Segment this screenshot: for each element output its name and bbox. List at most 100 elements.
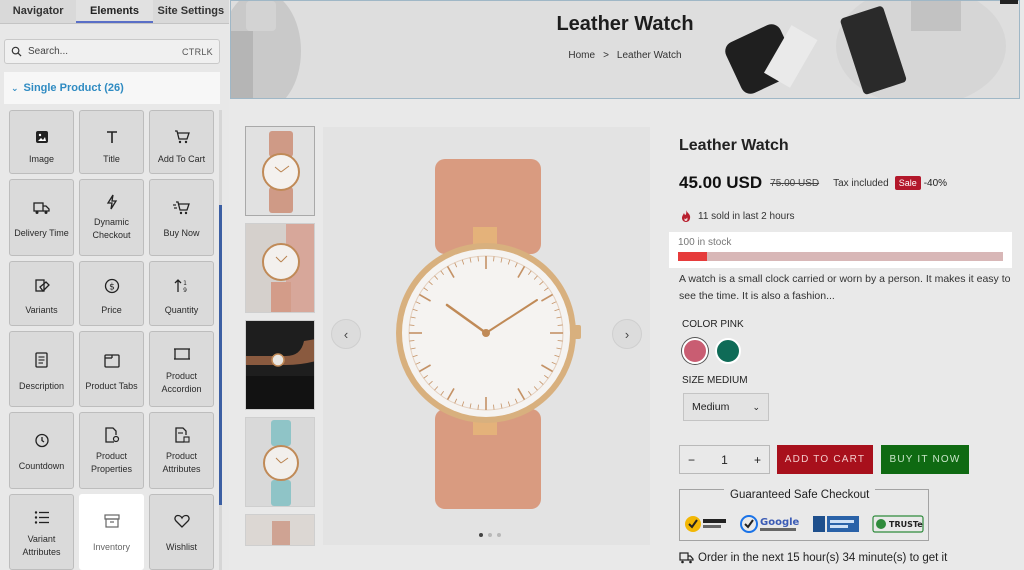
quantity-decrease-button[interactable]: −	[688, 453, 695, 467]
widget-label: Product Tabs	[85, 381, 138, 391]
widget-label: Product Accordion	[161, 371, 202, 394]
widget-label: Wishlist	[166, 542, 197, 552]
widget-product-tabs[interactable]: Product Tabs	[79, 331, 144, 407]
close-icon[interactable]	[1000, 0, 1018, 4]
thumbnail[interactable]	[245, 514, 315, 546]
sold-text: 11 sold in last 2 hours	[698, 210, 795, 222]
widget-label: Dynamic Checkout	[92, 217, 131, 240]
dial-tick	[409, 340, 415, 342]
watch-thumbnail	[246, 224, 314, 312]
widget-variant-attributes[interactable]: Variant Attributes	[9, 494, 74, 570]
size-select[interactable]: Medium ⌄	[683, 393, 769, 421]
sold-counter: 11 sold in last 2 hours	[680, 209, 795, 223]
clock-icon	[34, 433, 49, 448]
widget-countdown[interactable]: Countdown	[9, 412, 74, 489]
widget-variants[interactable]: Variants	[9, 261, 74, 326]
section-single-product[interactable]: ⌄ Single Product (26)	[4, 72, 220, 104]
thumbnail[interactable]	[245, 320, 315, 410]
product-price: 45.00 USD	[679, 173, 763, 192]
widget-description[interactable]: Description	[9, 331, 74, 407]
truck-icon	[679, 552, 694, 564]
attributes-icon	[174, 427, 190, 443]
widget-title[interactable]: Title	[79, 110, 144, 174]
slider-next-button[interactable]: ›	[612, 319, 642, 349]
widget-buy-now[interactable]: Buy Now	[149, 179, 214, 256]
norton-badge-icon	[685, 516, 726, 532]
slider-prev-button[interactable]: ‹	[331, 319, 361, 349]
truste-badge-icon: TRUSTe	[872, 515, 924, 533]
widget-label: Variant Attributes	[22, 534, 61, 557]
inventory-widget[interactable]: 100 in stock	[669, 232, 1012, 268]
dollar-icon: $	[104, 278, 119, 294]
product-description: A watch is a small clock carried or worn…	[679, 273, 1011, 302]
size-select-value: Medium	[692, 401, 730, 413]
dial-tick	[557, 340, 563, 342]
thumbnail[interactable]	[245, 126, 315, 216]
widget-dynamic-checkout[interactable]: Dynamic Checkout	[79, 179, 144, 256]
dial-tick	[493, 404, 495, 410]
dial-tick	[493, 256, 495, 262]
svg-text:$: $	[109, 283, 115, 293]
color-swatch-pink[interactable]	[682, 338, 708, 364]
search-placeholder: Search...	[28, 46, 69, 57]
breadcrumb-home[interactable]: Home	[568, 50, 595, 61]
chevron-right-icon: ›	[624, 326, 630, 342]
widget-delivery-time[interactable]: Delivery Time	[9, 179, 74, 256]
product-title: Leather Watch	[679, 137, 789, 154]
chevron-down-icon: ⌄	[11, 82, 19, 93]
accordion-icon	[173, 348, 190, 360]
thumbnail[interactable]	[245, 417, 315, 507]
page-title: Leather Watch	[556, 13, 694, 35]
dial-tick	[557, 324, 563, 326]
tab-elements[interactable]: Elements	[76, 0, 153, 23]
widget-inventory[interactable]: Inventory	[79, 494, 144, 570]
widget-price[interactable]: $ Price	[79, 261, 144, 326]
quantity-stepper[interactable]: − 1 +	[679, 445, 770, 474]
widget-product-attributes[interactable]: Product Attributes	[149, 412, 214, 489]
widget-wishlist[interactable]: Wishlist	[149, 494, 214, 570]
color-swatch-green[interactable]	[715, 338, 741, 364]
panel-tabs: Navigator Elements Site Settings	[0, 0, 229, 24]
sort-numbers-icon: 19	[174, 279, 187, 294]
widget-label: Buy Now	[163, 228, 200, 238]
dial-tick	[409, 324, 415, 326]
widget-add-to-cart[interactable]: Add To Cart	[149, 110, 214, 174]
breadcrumb-current: Leather Watch	[616, 50, 682, 61]
stock-text: 100 in stock	[678, 237, 732, 248]
widget-image[interactable]: Image	[9, 110, 74, 174]
slider-dots	[479, 533, 501, 537]
cart-fast-icon	[173, 201, 190, 215]
add-to-cart-button[interactable]: ADD TO CART	[777, 445, 873, 474]
properties-icon	[104, 427, 119, 443]
image-icon	[35, 131, 48, 143]
tab-navigator[interactable]: Navigator	[0, 0, 76, 23]
price-row: 45.00 USD 75.00 USD Tax included Sale -4…	[679, 173, 947, 193]
widget-product-accordion[interactable]: Product Accordion	[149, 331, 214, 407]
search-input[interactable]: Search... CTRLK	[4, 39, 220, 64]
safe-checkout-title: Guaranteed Safe Checkout	[724, 489, 876, 501]
breadcrumb-separator: >	[603, 50, 609, 61]
page-preview: Leather Watch Home > Leather Watch ‹ › L…	[229, 0, 1024, 570]
tab-site-settings[interactable]: Site Settings	[153, 0, 229, 23]
slider-dot[interactable]	[488, 533, 492, 537]
widget-label: Image	[28, 154, 54, 164]
widget-quantity[interactable]: 19 Quantity	[149, 261, 214, 326]
svg-text:TRUSTe: TRUSTe	[889, 520, 923, 529]
quantity-value[interactable]: 1	[721, 453, 728, 467]
document-icon	[35, 352, 48, 368]
slider-dot[interactable]	[497, 533, 501, 537]
quantity-increase-button[interactable]: +	[754, 453, 761, 467]
thumbnail[interactable]	[245, 223, 315, 313]
chevron-left-icon: ‹	[343, 326, 349, 342]
section-title: Single Product (26)	[23, 82, 124, 94]
elements-panel: Navigator Elements Site Settings Search.…	[0, 0, 229, 570]
google-trusted-store-icon: Google	[740, 515, 800, 533]
widget-product-properties[interactable]: Product Properties	[79, 412, 144, 489]
slider-dot[interactable]	[479, 533, 483, 537]
buy-now-button[interactable]: BUY IT NOW	[881, 445, 969, 474]
bbb-badge-icon	[813, 516, 859, 532]
fire-icon	[681, 210, 691, 222]
product-main-image[interactable]: ‹ ›	[323, 127, 650, 545]
search-shortcut: CTRLK	[181, 46, 213, 57]
scrollbar-thumb[interactable]	[219, 205, 222, 505]
